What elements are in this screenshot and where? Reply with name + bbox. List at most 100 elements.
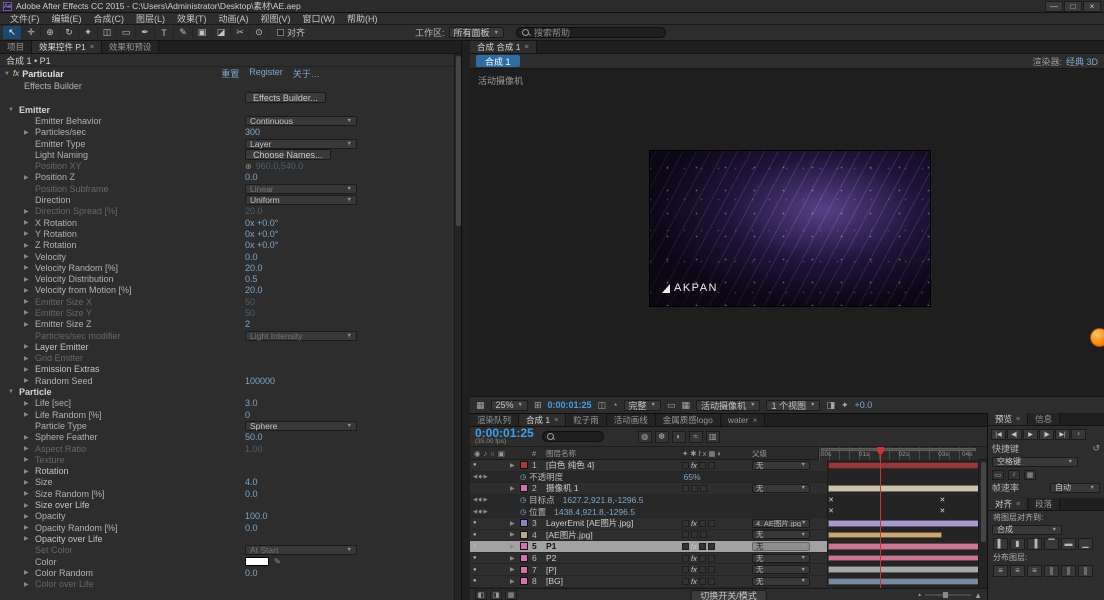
timeline-tab-渲染队列[interactable]: 渲染队列 <box>470 414 520 426</box>
panel-menu-icon[interactable]: ≡ <box>1016 416 1020 423</box>
layer-expander-icon[interactable]: ▶ <box>510 555 520 562</box>
table-row[interactable]: ▶ 2 摄像机 1 无 ▼ <box>470 483 987 495</box>
align-vertical-center-button[interactable]: ▬ <box>1061 537 1076 550</box>
layer-duration-bar[interactable] <box>828 462 987 469</box>
twirl-icon[interactable]: ▶ <box>24 253 35 260</box>
property-dropdown[interactable]: Linear ▼ <box>245 183 357 194</box>
clone-stamp-tool-icon[interactable]: ▣ <box>193 26 212 39</box>
layer-track[interactable] <box>827 517 987 529</box>
framerate-dropdown[interactable]: 自动 ▼ <box>1050 482 1100 493</box>
effect-property-row[interactable]: ▶ Z Rotation 0x +0.0° <box>0 240 461 251</box>
effect-property-row[interactable]: ▶ Particles/sec 300 <box>0 127 461 138</box>
fx-switch-icon[interactable]: fx <box>691 519 697 528</box>
parent-column-header[interactable]: 父级 <box>752 447 818 459</box>
twirl-icon[interactable]: ▼ <box>4 71 10 77</box>
layer-name[interactable]: [P] <box>546 565 682 575</box>
switch-box[interactable] <box>700 531 707 539</box>
scrollbar-thumb[interactable] <box>981 462 986 542</box>
label-color-chip[interactable] <box>520 484 532 493</box>
twirl-icon[interactable]: ▶ <box>24 321 35 328</box>
keyframe-icon[interactable]: ✕ <box>939 507 945 515</box>
twirl-icon[interactable]: ▶ <box>24 400 35 407</box>
twirl-icon[interactable]: ▶ <box>24 366 35 373</box>
panel-menu-icon[interactable]: ≡ <box>554 417 558 424</box>
property-value[interactable]: 300 <box>245 127 260 137</box>
effect-property-row[interactable]: ▶ Velocity Distribution 0.5 <box>0 273 461 284</box>
twirl-icon[interactable]: ▶ <box>24 535 35 542</box>
effect-property-row[interactable]: ▶ Opacity 100.0 <box>0 511 461 522</box>
property-value[interactable]: 3.0 <box>245 398 258 408</box>
twirl-icon[interactable]: ▶ <box>24 524 35 531</box>
active-camera-dropdown[interactable]: 活动摄像机 ▼ <box>696 399 761 411</box>
panel-menu-icon[interactable]: ≡ <box>90 44 94 51</box>
layer-name[interactable]: [AE图片.jpg] <box>546 529 682 541</box>
timeline-search-input[interactable] <box>541 431 604 442</box>
tab-效果和预设[interactable]: 效果和预设 <box>101 41 160 53</box>
magnification-dropdown[interactable]: 25% ▼ <box>490 399 528 411</box>
keyframe-navigator[interactable]: ◀◆▶ <box>470 497 510 503</box>
keyframe-navigator-icon[interactable]: ◀◆▶ <box>473 474 489 480</box>
effect-link-重置[interactable]: 重置 <box>221 67 239 80</box>
layer-duration-bar[interactable] <box>828 577 987 585</box>
effect-property-row[interactable]: ▶ Life [sec] 3.0 <box>0 398 461 409</box>
parent-dropdown[interactable]: 无 ▼ <box>752 576 810 586</box>
table-row[interactable]: ● ▶ 8 [BG] fx 无 ▼ <box>470 575 987 588</box>
property-dropdown[interactable]: Light Intensity ▼ <box>245 330 357 341</box>
menu-item[interactable]: 图层(L) <box>130 12 171 25</box>
layer-switches[interactable]: fx <box>682 565 752 574</box>
layer-expander-icon[interactable]: ▶ <box>510 520 520 527</box>
scrollbar-thumb[interactable] <box>456 56 461 226</box>
parent-dropdown[interactable]: 无 ▼ <box>752 541 810 551</box>
property-value[interactable]: 0.0 <box>245 568 258 578</box>
property-row[interactable]: ◀◆▶ ◷ 目标点 1627.2,921.8,-1296.5 ✕ ✕ <box>470 494 987 507</box>
twirl-icon[interactable]: ▶ <box>24 343 35 350</box>
layer-switches[interactable]: fx <box>682 542 752 551</box>
fx-switch-icon[interactable]: fx <box>691 565 697 574</box>
av-features-cell[interactable]: ● <box>470 532 510 538</box>
keyframe-navigator[interactable]: ◀◆▶ <box>470 509 510 515</box>
table-row[interactable]: ● ▶ 3 LayerEmit [AE图片.jpg] fx 4. AE图片.jpg ▼ <box>470 517 987 530</box>
av-features-cell[interactable]: ● <box>470 567 510 573</box>
align-bottom-button[interactable]: ▁ <box>1078 537 1093 550</box>
effect-property-row[interactable]: Particle Type Sphere ▼ <box>0 420 461 431</box>
table-row[interactable]: ● ▶ 4 [AE图片.jpg] 无 ▼ <box>470 529 987 542</box>
effect-property-row[interactable]: ▶ Emitter Size X 50 <box>0 296 461 307</box>
reset-icon[interactable]: ↺ <box>1092 443 1100 454</box>
menu-item[interactable]: 编辑(E) <box>46 12 88 25</box>
twirl-icon[interactable]: ▶ <box>24 276 35 283</box>
menu-item[interactable]: 合成(C) <box>88 12 131 25</box>
eye-icon[interactable]: ● <box>473 532 477 538</box>
align-left-button[interactable]: ▌ <box>993 537 1008 550</box>
label-color-chip[interactable] <box>520 530 532 539</box>
eyedropper-icon[interactable]: ✎ <box>274 557 281 566</box>
label-color-chip[interactable] <box>520 565 532 574</box>
layer-name[interactable]: 摄像机 1 <box>546 482 682 494</box>
tab-项目[interactable]: 项目 <box>0 41 33 53</box>
effect-property-row[interactable]: ▶ Aspect Ratio 1.00 <box>0 443 461 454</box>
effect-property-row[interactable]: ▶ Velocity Random [%] 20.0 <box>0 262 461 273</box>
show-channel-icon[interactable]: ◔ <box>612 400 617 410</box>
property-dropdown[interactable]: Continuous ▼ <box>245 115 357 126</box>
parent-dropdown[interactable]: 无 ▼ <box>752 565 810 575</box>
effect-property-row[interactable]: ▶ Y Rotation 0x +0.0° <box>0 228 461 239</box>
layer-duration-bar[interactable] <box>828 519 987 527</box>
switch-box[interactable] <box>707 461 715 469</box>
property-name[interactable]: 不透明度 <box>529 471 563 483</box>
previous-frame-button[interactable]: ◀| <box>1007 428 1022 440</box>
label-color-chip[interactable] <box>520 461 532 470</box>
effect-property-row[interactable]: ▶ Velocity 0.0 <box>0 251 461 262</box>
layer-name[interactable]: [BG] <box>546 576 682 586</box>
effect-property-row[interactable]: ▼ Emitter <box>0 104 461 115</box>
keyframe-navigator-icon[interactable]: ◀◆▶ <box>473 497 489 503</box>
layer-track[interactable] <box>827 552 987 564</box>
effect-link-关于…[interactable]: 关于… <box>293 67 320 80</box>
twirl-icon[interactable]: ▶ <box>24 468 35 475</box>
layer-name[interactable]: [白色 纯色 4] <box>546 460 682 471</box>
fast-previews-icon[interactable]: ✦ <box>841 400 849 411</box>
property-value[interactable]: 100000 <box>245 376 275 386</box>
timeline-zoom-slider[interactable] <box>925 592 972 598</box>
zoom-tool-icon[interactable]: ⊕ <box>41 26 60 39</box>
property-value[interactable]: 0 <box>245 410 250 420</box>
twirl-icon[interactable]: ▼ <box>8 107 19 113</box>
effect-property-row[interactable]: Emitter Behavior Continuous ▼ <box>0 115 461 126</box>
